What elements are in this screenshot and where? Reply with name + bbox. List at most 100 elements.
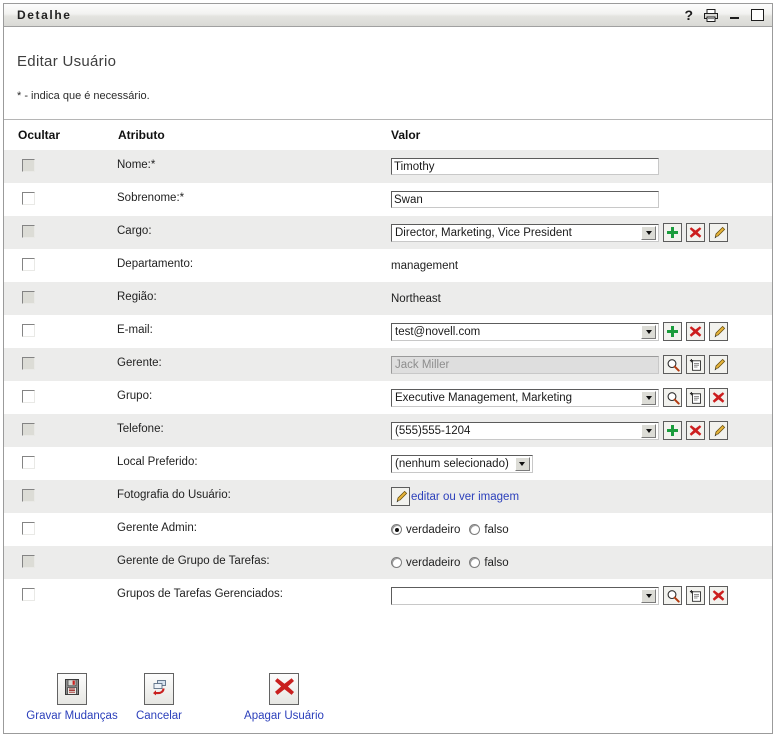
- hide-checkbox[interactable]: [22, 258, 35, 271]
- hide-checkbox[interactable]: [22, 159, 35, 172]
- table-row: Nome:*: [4, 150, 772, 183]
- radio-icon[interactable]: [469, 524, 480, 535]
- table-row: Departamento: management: [4, 249, 772, 282]
- hide-checkbox[interactable]: [22, 555, 35, 568]
- minimize-icon[interactable]: [729, 10, 740, 21]
- managed-teams-dropdown[interactable]: [391, 587, 659, 605]
- chevron-down-icon: [641, 325, 656, 339]
- cancel-button-box: [144, 673, 174, 705]
- hide-checkbox[interactable]: [22, 225, 35, 238]
- attribute-label: Grupo:: [117, 390, 152, 402]
- attribute-label: Cargo:: [117, 225, 152, 237]
- edit-pencil-icon[interactable]: [709, 421, 728, 440]
- attribute-label: Local Preferido:: [117, 456, 198, 468]
- radio-icon[interactable]: [469, 557, 480, 568]
- delete-icon[interactable]: [686, 223, 705, 242]
- search-icon[interactable]: [663, 586, 682, 605]
- region-value: Northeast: [391, 293, 441, 305]
- help-icon[interactable]: ?: [684, 8, 693, 22]
- hide-checkbox[interactable]: [22, 192, 35, 205]
- preferred-locale-dropdown[interactable]: (nenhum selecionado): [391, 455, 533, 473]
- value-cell: verdadeiro falso: [391, 513, 511, 546]
- value-cell: (555)555-1204: [391, 414, 728, 447]
- first-name-input[interactable]: [391, 158, 659, 175]
- phone-dropdown[interactable]: (555)555-1204: [391, 422, 659, 440]
- value-cell: Executive Management, Marketing: [391, 381, 728, 414]
- window-body: Editar Usuário * - indica que é necessár…: [4, 27, 772, 733]
- radio-label: falso: [484, 557, 510, 569]
- team-manager-true[interactable]: verdadeiro: [391, 557, 462, 569]
- hide-checkbox[interactable]: [22, 291, 35, 304]
- table-row: Gerente Admin: verdadeiro falso: [4, 513, 772, 546]
- history-list-icon[interactable]: [686, 355, 705, 374]
- print-icon[interactable]: [704, 9, 718, 22]
- attribute-label: Nome:*: [117, 159, 155, 171]
- cancel-button[interactable]: Cancelar: [128, 673, 190, 722]
- title-dropdown[interactable]: Director, Marketing, Vice President: [391, 224, 659, 242]
- attribute-label: Região:: [117, 291, 157, 303]
- window-titlebar: Detalhe ?: [4, 4, 772, 27]
- save-button-box: [57, 673, 87, 705]
- admin-manager-radio-group: verdadeiro falso: [391, 524, 511, 536]
- attributes-table: Ocultar Atributo Valor Nome:* Sobrenome:…: [4, 120, 772, 612]
- radio-icon[interactable]: [391, 524, 402, 535]
- manager-field[interactable]: Jack Miller: [391, 356, 659, 374]
- table-row: Grupo: Executive Management, Marketing: [4, 381, 772, 414]
- attribute-label: Departamento:: [117, 258, 193, 270]
- hide-checkbox[interactable]: [22, 423, 35, 436]
- hide-checkbox[interactable]: [22, 324, 35, 337]
- admin-manager-false[interactable]: falso: [469, 524, 510, 536]
- add-icon[interactable]: [663, 322, 682, 341]
- hide-checkbox[interactable]: [22, 588, 35, 601]
- admin-manager-true[interactable]: verdadeiro: [391, 524, 462, 536]
- table-row: Fotografia do Usuário: editar ou ver ima…: [4, 480, 772, 513]
- search-icon[interactable]: [663, 355, 682, 374]
- delete-user-button[interactable]: Apagar Usuário: [240, 673, 328, 722]
- delete-icon[interactable]: [686, 421, 705, 440]
- hide-checkbox[interactable]: [22, 357, 35, 370]
- edit-pencil-icon[interactable]: [709, 355, 728, 374]
- photo-edit-link-group[interactable]: editar ou ver imagem: [391, 487, 519, 506]
- value-cell: test@novell.com: [391, 315, 728, 348]
- value-cell: (nenhum selecionado): [391, 447, 533, 480]
- radio-icon[interactable]: [391, 557, 402, 568]
- window-controls: ?: [684, 4, 764, 26]
- email-dropdown[interactable]: test@novell.com: [391, 323, 659, 341]
- add-icon[interactable]: [663, 421, 682, 440]
- edit-pencil-icon[interactable]: [709, 322, 728, 341]
- hide-checkbox[interactable]: [22, 456, 35, 469]
- photo-edit-link[interactable]: editar ou ver imagem: [411, 491, 519, 503]
- save-button[interactable]: Gravar Mudanças: [22, 673, 122, 722]
- edit-pencil-icon[interactable]: [709, 223, 728, 242]
- value-cell: Northeast: [391, 282, 441, 315]
- team-manager-false[interactable]: falso: [469, 557, 510, 569]
- delete-icon[interactable]: [709, 388, 728, 407]
- edit-pencil-icon[interactable]: [391, 487, 410, 506]
- attribute-label: Gerente de Grupo de Tarefas:: [117, 555, 270, 567]
- delete-icon[interactable]: [709, 586, 728, 605]
- attribute-label: Sobrenome:*: [117, 192, 184, 204]
- value-cell: [391, 579, 728, 612]
- column-header-value: Valor: [391, 128, 420, 142]
- hide-checkbox[interactable]: [22, 522, 35, 535]
- undo-arrow-icon: [149, 677, 169, 702]
- search-icon[interactable]: [663, 388, 682, 407]
- form-actions: Gravar Mudanças Cancelar: [4, 665, 772, 733]
- group-dropdown[interactable]: Executive Management, Marketing: [391, 389, 659, 407]
- chevron-down-icon: [641, 391, 656, 405]
- last-name-input[interactable]: [391, 191, 659, 208]
- save-button-label: Gravar Mudanças: [22, 710, 122, 722]
- delete-icon[interactable]: [686, 322, 705, 341]
- history-list-icon[interactable]: [686, 586, 705, 605]
- hide-checkbox[interactable]: [22, 489, 35, 502]
- add-icon[interactable]: [663, 223, 682, 242]
- attribute-label: Fotografia do Usuário:: [117, 489, 231, 501]
- page-title: Editar Usuário: [17, 53, 116, 70]
- hide-checkbox[interactable]: [22, 390, 35, 403]
- chevron-down-icon: [515, 457, 530, 471]
- phone-dropdown-value: (555)555-1204: [392, 425, 641, 437]
- history-list-icon[interactable]: [686, 388, 705, 407]
- table-row: Região: Northeast: [4, 282, 772, 315]
- attribute-label: Grupos de Tarefas Gerenciados:: [117, 588, 283, 600]
- maximize-icon[interactable]: [751, 9, 764, 21]
